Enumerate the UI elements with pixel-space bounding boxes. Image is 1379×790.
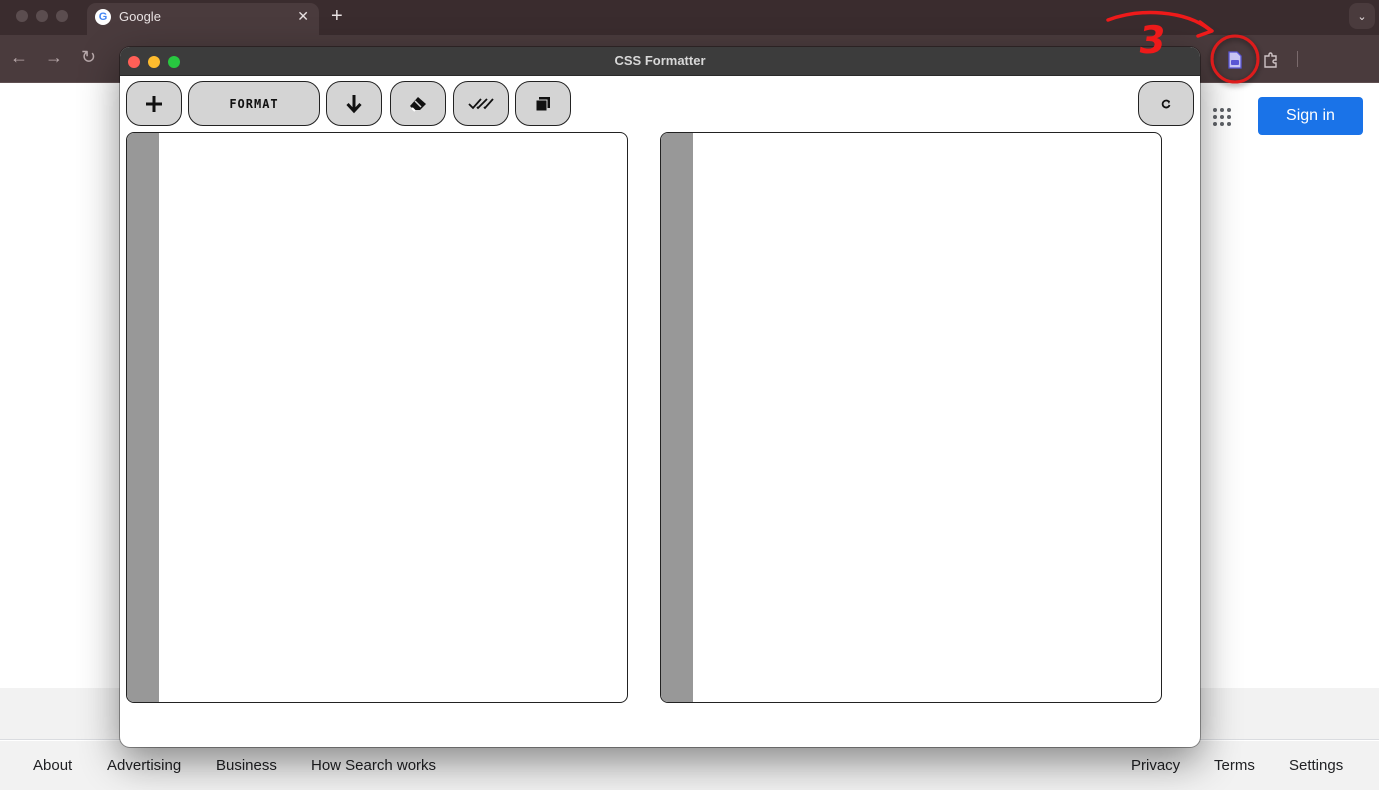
footer-link-advertising[interactable]: Advertising xyxy=(107,757,181,774)
google-apps-icon[interactable] xyxy=(1213,108,1231,126)
window-minimize-dot[interactable] xyxy=(36,10,48,22)
line-number-gutter xyxy=(127,133,159,702)
window-zoom-dot[interactable] xyxy=(56,10,68,22)
sign-in-button[interactable]: Sign in xyxy=(1258,97,1363,135)
window-close-dot[interactable] xyxy=(16,10,28,22)
footer-link-privacy[interactable]: Privacy xyxy=(1131,757,1180,774)
footer-link-terms[interactable]: Terms xyxy=(1214,757,1255,774)
css-extension-button[interactable] xyxy=(1222,47,1248,73)
puzzle-icon xyxy=(1264,52,1277,68)
refresh-button[interactable] xyxy=(1138,81,1194,126)
plus-icon xyxy=(146,95,162,112)
footer-link-settings[interactable]: Settings xyxy=(1289,757,1343,774)
tab-title: Google xyxy=(119,9,161,24)
format-button[interactable]: FORMAT xyxy=(188,81,320,126)
browser-tab-google[interactable]: G Google ✕ xyxy=(87,3,319,35)
css-file-icon xyxy=(1228,51,1242,69)
reload-icon[interactable]: ↻ xyxy=(81,47,96,68)
new-tab-plus-icon[interactable]: + xyxy=(331,5,343,28)
clear-button[interactable] xyxy=(390,81,446,126)
eraser-icon xyxy=(410,96,426,112)
input-code-area[interactable] xyxy=(159,133,627,702)
validate-button[interactable] xyxy=(453,81,509,126)
forward-arrow-icon[interactable]: → xyxy=(45,47,63,68)
back-arrow-icon[interactable]: ← xyxy=(10,47,28,68)
refresh-icon xyxy=(1161,99,1171,108)
extensions-button[interactable] xyxy=(1258,47,1284,73)
output-editor[interactable] xyxy=(660,132,1162,703)
input-editor[interactable] xyxy=(126,132,628,703)
new-button[interactable] xyxy=(126,81,182,126)
line-number-gutter xyxy=(661,133,693,702)
download-icon xyxy=(346,94,362,113)
popup-title: CSS Formatter xyxy=(614,53,706,68)
double-check-icon xyxy=(468,97,494,109)
footer-link-about[interactable]: About xyxy=(33,757,72,774)
toolbar-divider xyxy=(1297,51,1298,67)
google-favicon-icon: G xyxy=(95,9,111,25)
footer-link-how-search-works[interactable]: How Search works xyxy=(311,757,436,774)
footer-link-business[interactable]: Business xyxy=(216,757,277,774)
browser-tab-strip: G Google ✕ + ⌄ xyxy=(0,0,1379,35)
output-code-area[interactable] xyxy=(693,133,1161,702)
download-button[interactable] xyxy=(326,81,382,126)
copy-icon xyxy=(535,96,550,111)
tab-search-chevron-down-icon[interactable]: ⌄ xyxy=(1349,3,1375,29)
format-button-label: FORMAT xyxy=(229,96,279,111)
copy-button[interactable] xyxy=(515,81,571,126)
close-icon[interactable]: ✕ xyxy=(297,8,309,25)
popup-titlebar: CSS Formatter xyxy=(120,47,1200,76)
css-formatter-popup: CSS Formatter FORMAT xyxy=(120,47,1200,747)
